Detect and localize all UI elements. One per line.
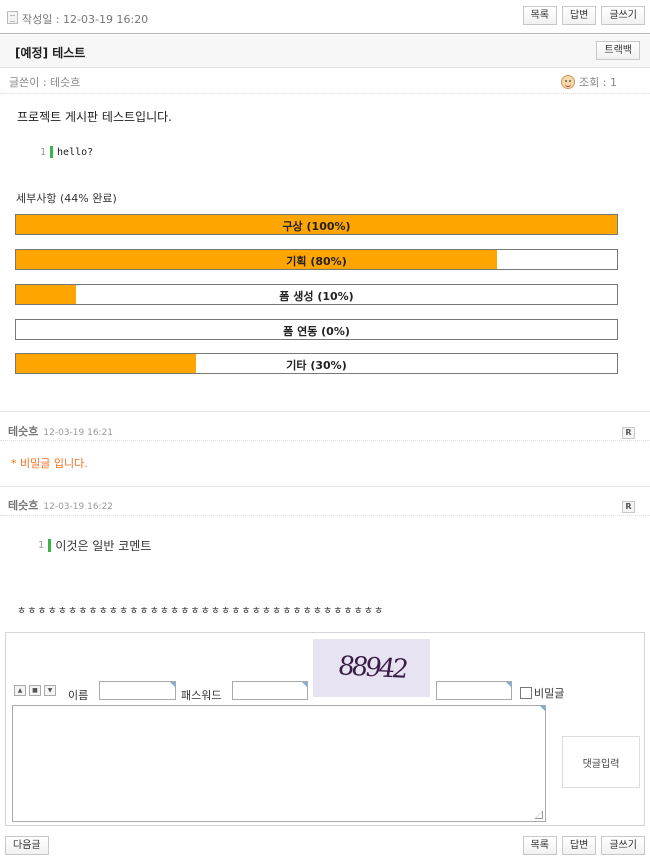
comment-text-line: ㅎㅎㅎㅎㅎㅎㅎㅎㅎㅎㅎㅎㅎㅎㅎㅎㅎㅎㅎㅎㅎㅎㅎㅎㅎㅎㅎㅎㅎㅎㅎㅎㅎㅎㅎㅎ — [17, 606, 385, 617]
captcha-field[interactable] — [436, 681, 512, 700]
comment-dotted-divider — [0, 515, 650, 516]
list-button[interactable]: 목록 — [522, 6, 557, 25]
details-label: 세부사항 (44% 완료) — [16, 192, 117, 205]
captcha-image: 88942 — [313, 639, 430, 697]
smiley-icon — [561, 75, 576, 89]
comment-textarea[interactable] — [12, 705, 546, 822]
view-count-label: 조회 : 1 — [579, 76, 617, 89]
post-title: [예정] 테스트 — [15, 46, 86, 60]
progress-label: 기타 (30%) — [286, 359, 347, 372]
code-line-marker — [50, 146, 54, 158]
expand-arrow-icon[interactable]: ▼ — [44, 685, 56, 696]
header-buttons: 목록 답변 글쓰기 — [522, 6, 645, 25]
progress-label: 구상 (100%) — [282, 220, 351, 233]
resize-grip-icon[interactable] — [535, 811, 543, 819]
list-button[interactable]: 목록 — [522, 836, 557, 855]
comment-author: 테슷흐 — [8, 425, 39, 438]
comment-reply-button[interactable]: R — [622, 427, 635, 439]
comment-time: 12-03-19 16:21 — [43, 428, 114, 438]
code-line-number: 1 — [38, 540, 45, 551]
post-body: 프로젝트 게시판 테스트입니다. — [17, 110, 172, 124]
code-block: 1 hello? — [40, 146, 93, 158]
name-field[interactable] — [99, 681, 176, 700]
progress-bar: 기획 (80%) — [15, 249, 618, 270]
secret-checkbox[interactable] — [520, 687, 532, 699]
comment-time: 12-03-19 16:22 — [43, 502, 114, 512]
secret-label: 비밀글 — [534, 687, 565, 700]
trackback-button[interactable]: 트랙백 — [596, 41, 640, 60]
next-post-button[interactable]: 다음글 — [5, 836, 49, 855]
progress-label: 폼 연동 (0%) — [283, 325, 350, 338]
comment-reply-button[interactable]: R — [622, 501, 635, 513]
footer-buttons: 목록 답변 글쓰기 — [522, 836, 645, 855]
secret-comment-notice: * 비밀글 입니다. — [11, 457, 88, 470]
password-label: 패스워드 — [181, 689, 222, 702]
document-icon — [7, 11, 18, 24]
password-field[interactable] — [232, 681, 308, 700]
post-header: 작성일 : 12-03-19 16:20 목록 답변 글쓰기 — [0, 0, 650, 34]
view-count: 조회 : 1 — [561, 74, 617, 90]
name-label: 이름 — [68, 689, 89, 702]
comment-header: 테슷흐 12-03-19 16:22 — [8, 497, 113, 513]
shrink-arrow-icon[interactable]: ▲ — [14, 685, 26, 696]
comment-divider — [0, 486, 650, 487]
progress-label: 폼 생성 (10%) — [279, 290, 354, 303]
progress-bar: 폼 연동 (0%) — [15, 319, 618, 340]
comment-header: 테슷흐 12-03-19 16:21 — [8, 423, 113, 439]
post-author: 글쓴이 : 테슷흐 — [9, 76, 81, 89]
reset-size-icon[interactable]: ■ — [29, 685, 41, 696]
comment-dotted-divider — [0, 440, 650, 441]
progress-label: 기획 (80%) — [286, 255, 347, 268]
reply-button[interactable]: 답변 — [561, 836, 597, 855]
progress-bar: 구상 (100%) — [15, 214, 618, 235]
code-text: hello? — [57, 146, 94, 158]
code-line-marker — [48, 539, 52, 552]
write-button[interactable]: 글쓰기 — [601, 6, 645, 25]
comment-text: 이것은 일반 코멘트 — [55, 539, 152, 553]
code-line-number: 1 — [40, 146, 47, 158]
comment-body: 1 이것은 일반 코멘트 — [38, 537, 151, 554]
reply-button[interactable]: 답변 — [561, 6, 597, 25]
write-button[interactable]: 글쓰기 — [601, 836, 645, 855]
comment-author: 테슷흐 — [8, 499, 39, 512]
post-title-bar: [예정] 테스트 트랙백 — [0, 35, 650, 68]
textarea-size-controls: ▲ ■ ▼ — [14, 685, 56, 696]
secret-option: 비밀글 — [520, 685, 564, 701]
submit-comment-button[interactable]: 댓글입력 — [562, 736, 640, 788]
comment-form: ▲ ■ ▼ 이름 패스워드 88942 비밀글 댓글입력 — [5, 632, 645, 826]
comment-divider — [0, 411, 650, 412]
post-meta: 글쓴이 : 테슷흐 조회 : 1 — [0, 68, 650, 94]
progress-bar: 기타 (30%) — [15, 353, 618, 374]
captcha-text: 88942 — [335, 651, 408, 685]
post-date: 작성일 : 12-03-19 16:20 — [22, 13, 149, 26]
progress-bar: 폼 생성 (10%) — [15, 284, 618, 305]
